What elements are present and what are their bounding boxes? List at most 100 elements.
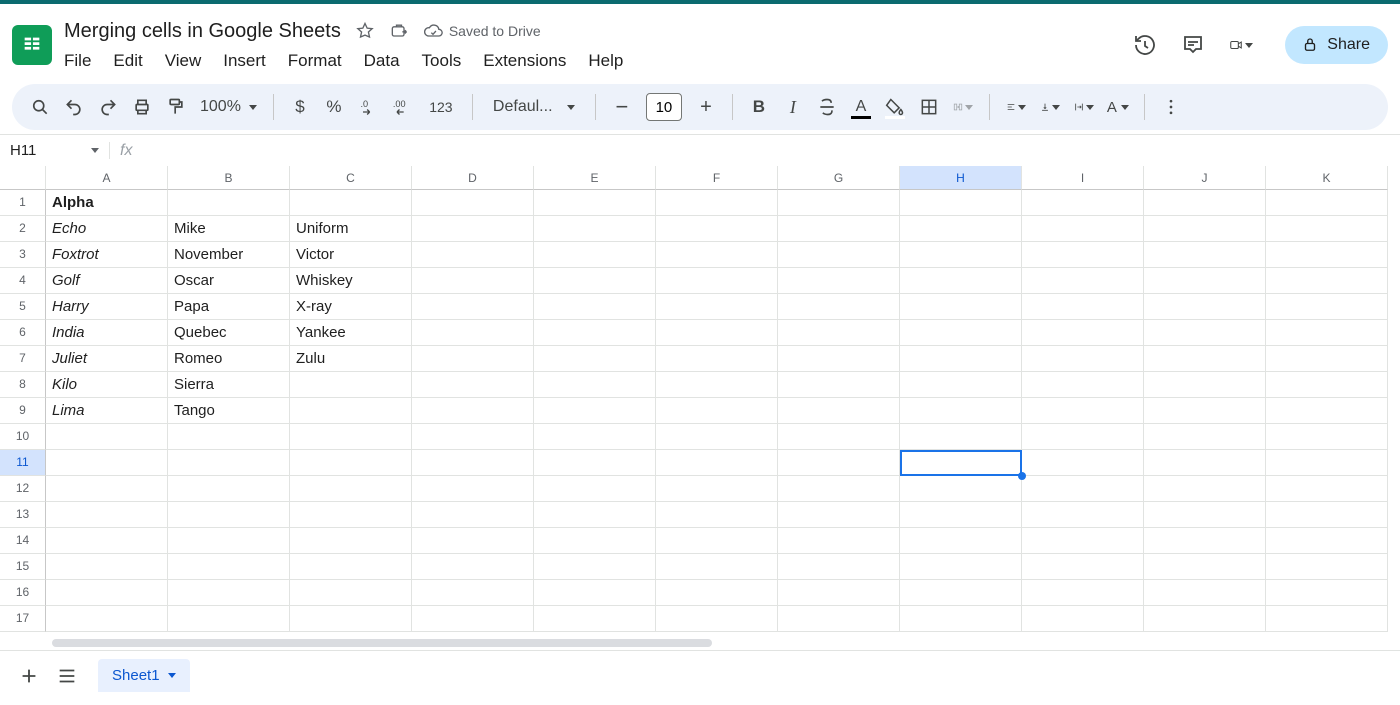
cell[interactable]	[1266, 502, 1388, 528]
cell[interactable]	[778, 320, 900, 346]
cell[interactable]	[46, 476, 168, 502]
cell[interactable]	[1144, 502, 1266, 528]
cell[interactable]	[656, 268, 778, 294]
cell[interactable]	[900, 424, 1022, 450]
cell[interactable]	[1022, 398, 1144, 424]
col-header-G[interactable]: G	[778, 166, 900, 190]
text-rotation-icon[interactable]: A	[1108, 97, 1128, 117]
cell[interactable]	[412, 424, 534, 450]
cell[interactable]: Golf	[46, 268, 168, 294]
borders-icon[interactable]	[919, 97, 939, 117]
cell[interactable]: Oscar	[168, 268, 290, 294]
cell[interactable]: Mike	[168, 216, 290, 242]
cell[interactable]	[1022, 528, 1144, 554]
col-header-B[interactable]: B	[168, 166, 290, 190]
fill-color-icon[interactable]	[885, 97, 905, 117]
menu-edit[interactable]: Edit	[113, 51, 142, 71]
scrollbar-thumb[interactable]	[52, 639, 712, 647]
cell[interactable]	[168, 450, 290, 476]
increase-decimal-icon[interactable]: .00	[392, 97, 412, 117]
cell[interactable]	[1144, 190, 1266, 216]
col-header-D[interactable]: D	[412, 166, 534, 190]
cell[interactable]	[534, 190, 656, 216]
cell[interactable]	[412, 476, 534, 502]
name-box[interactable]: H11	[0, 142, 110, 159]
cell[interactable]	[290, 606, 412, 632]
merge-cells-icon[interactable]	[953, 97, 973, 117]
cell[interactable]	[534, 450, 656, 476]
cell[interactable]	[168, 190, 290, 216]
redo-icon[interactable]	[98, 97, 118, 117]
cell[interactable]	[1022, 268, 1144, 294]
menu-data[interactable]: Data	[364, 51, 400, 71]
cell[interactable]	[290, 580, 412, 606]
cell[interactable]	[534, 502, 656, 528]
cell[interactable]	[290, 450, 412, 476]
cell[interactable]	[778, 580, 900, 606]
row-header[interactable]: 17	[0, 606, 46, 632]
cell[interactable]	[656, 294, 778, 320]
cell[interactable]	[778, 424, 900, 450]
cell[interactable]	[900, 476, 1022, 502]
cell[interactable]	[1144, 606, 1266, 632]
col-header-K[interactable]: K	[1266, 166, 1388, 190]
cell[interactable]	[1266, 294, 1388, 320]
cell[interactable]	[534, 606, 656, 632]
cell[interactable]	[656, 450, 778, 476]
col-header-E[interactable]: E	[534, 166, 656, 190]
cell[interactable]	[778, 216, 900, 242]
cell[interactable]	[1022, 190, 1144, 216]
cell[interactable]	[46, 450, 168, 476]
cell[interactable]	[900, 502, 1022, 528]
search-icon[interactable]	[30, 97, 50, 117]
col-header-J[interactable]: J	[1144, 166, 1266, 190]
cell[interactable]	[656, 606, 778, 632]
menu-format[interactable]: Format	[288, 51, 342, 71]
cell[interactable]	[1144, 294, 1266, 320]
font-family-select[interactable]: Defaul...	[489, 93, 579, 121]
cell[interactable]	[1266, 398, 1388, 424]
cell[interactable]	[778, 190, 900, 216]
cell[interactable]	[290, 372, 412, 398]
cell[interactable]: Juliet	[46, 346, 168, 372]
cell[interactable]	[168, 424, 290, 450]
menu-help[interactable]: Help	[588, 51, 623, 71]
cell[interactable]	[656, 372, 778, 398]
cell[interactable]	[1144, 476, 1266, 502]
cell[interactable]	[900, 580, 1022, 606]
row-header[interactable]: 7	[0, 346, 46, 372]
cell[interactable]	[1022, 502, 1144, 528]
col-header-F[interactable]: F	[656, 166, 778, 190]
cell[interactable]	[46, 606, 168, 632]
col-header-I[interactable]: I	[1022, 166, 1144, 190]
select-all-corner[interactable]	[0, 166, 46, 190]
cell[interactable]: Uniform	[290, 216, 412, 242]
cell[interactable]	[1266, 528, 1388, 554]
cell[interactable]	[1022, 450, 1144, 476]
vertical-align-icon[interactable]	[1040, 97, 1060, 117]
cell[interactable]	[290, 554, 412, 580]
bold-icon[interactable]: B	[749, 97, 769, 117]
cell[interactable]	[412, 398, 534, 424]
cell[interactable]: Papa	[168, 294, 290, 320]
cell[interactable]	[1022, 554, 1144, 580]
strikethrough-icon[interactable]	[817, 97, 837, 117]
decrease-decimal-icon[interactable]: .0	[358, 97, 378, 117]
cell[interactable]	[900, 294, 1022, 320]
cell[interactable]: Quebec	[168, 320, 290, 346]
cell[interactable]	[1144, 554, 1266, 580]
row-header[interactable]: 3	[0, 242, 46, 268]
row-header[interactable]: 11	[0, 450, 46, 476]
cell[interactable]	[778, 268, 900, 294]
cell[interactable]: X-ray	[290, 294, 412, 320]
cell[interactable]	[168, 554, 290, 580]
cell[interactable]	[534, 268, 656, 294]
cell[interactable]	[656, 216, 778, 242]
row-header[interactable]: 9	[0, 398, 46, 424]
cell[interactable]	[46, 554, 168, 580]
cell[interactable]	[900, 450, 1022, 476]
save-status[interactable]: Saved to Drive	[423, 21, 541, 41]
row-header[interactable]: 8	[0, 372, 46, 398]
cell[interactable]	[1022, 424, 1144, 450]
cell[interactable]	[778, 528, 900, 554]
